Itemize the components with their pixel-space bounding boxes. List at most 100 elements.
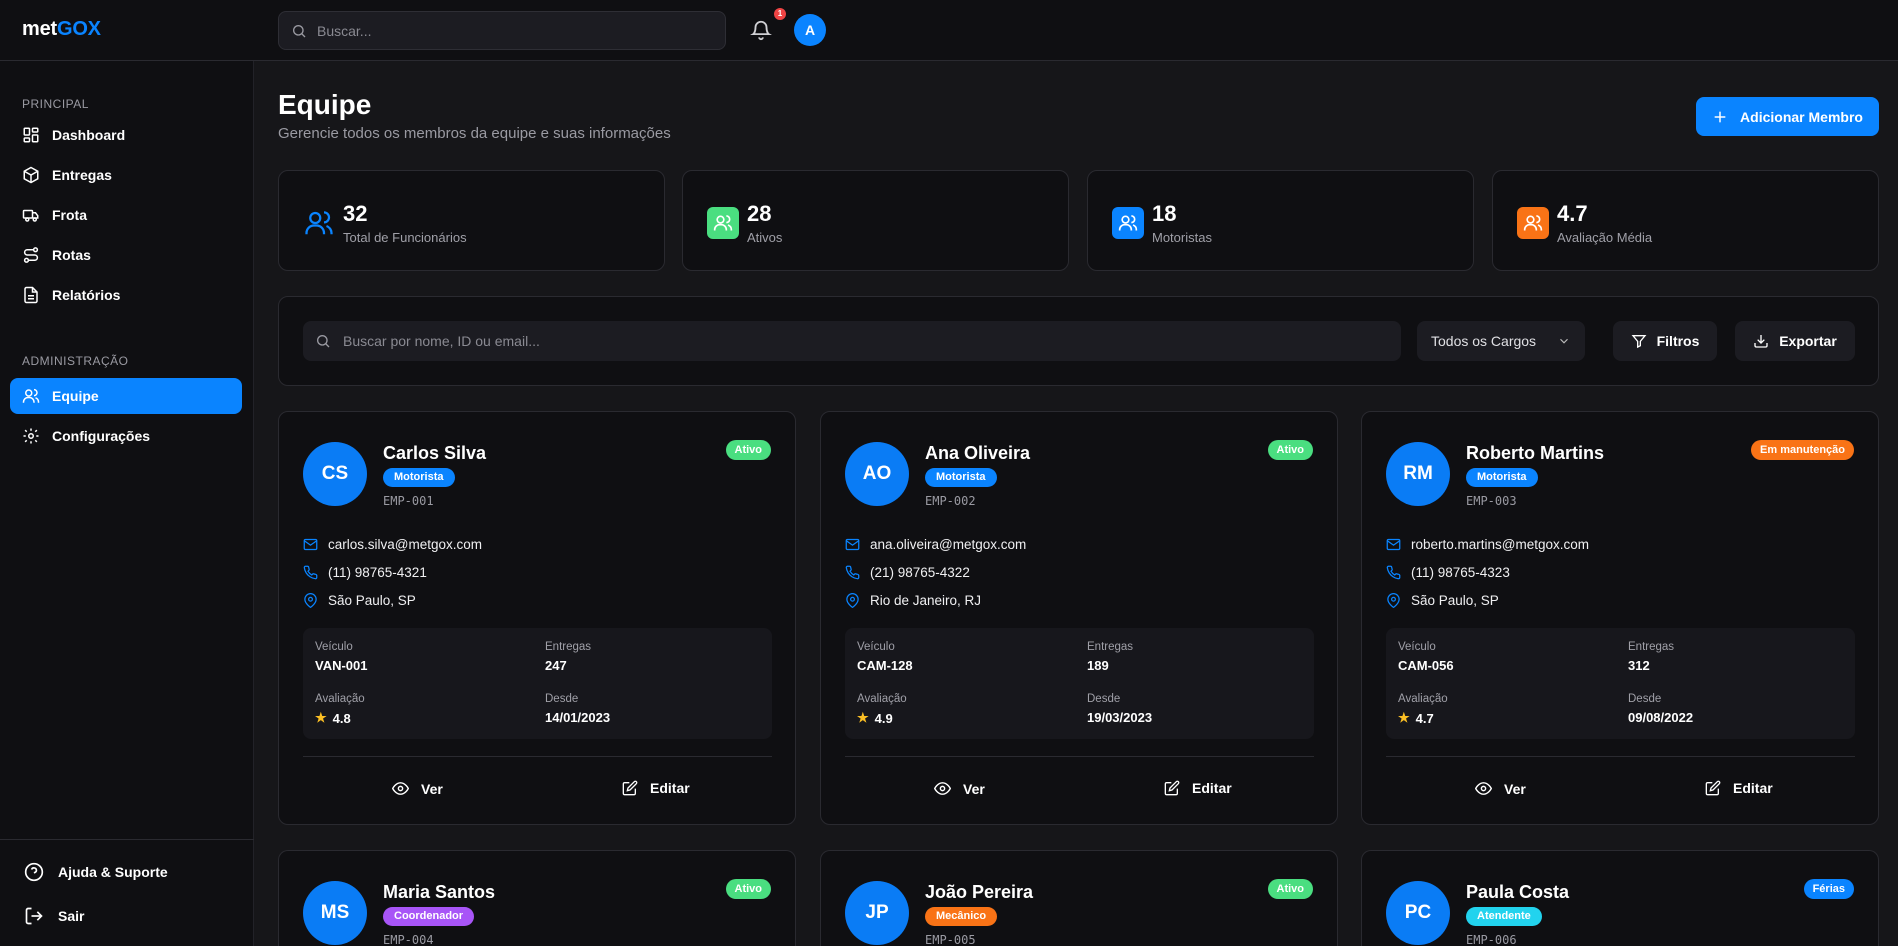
- bell-icon[interactable]: [750, 19, 772, 41]
- rating-label: Avaliação: [315, 693, 365, 705]
- mail-icon: [1386, 538, 1401, 551]
- since-label: Desde: [1628, 693, 1662, 705]
- sidebar-item-label: Dashboard: [52, 127, 126, 143]
- sidebar-item-frota[interactable]: Frota: [10, 197, 242, 233]
- sidebar-item-entregas[interactable]: Entregas: [10, 157, 242, 193]
- global-search[interactable]: [278, 11, 726, 50]
- add-member-label: Adicionar Membro: [1740, 108, 1863, 125]
- stat-active: 28 Ativos: [682, 170, 1069, 271]
- users-icon: [707, 207, 739, 239]
- status-badge: Ativo: [1267, 440, 1313, 460]
- since-label: Desde: [1087, 693, 1121, 705]
- since-value: 09/08/2022: [1628, 710, 1694, 725]
- stat-label: Avaliação Média: [1557, 230, 1653, 245]
- phone-icon: [1386, 565, 1401, 580]
- users-icon: [1112, 207, 1144, 239]
- phone-icon: [303, 565, 318, 580]
- view-button[interactable]: Ver: [934, 780, 985, 797]
- edit-button[interactable]: Editar: [1164, 780, 1232, 796]
- user-avatar[interactable]: A: [794, 14, 826, 46]
- sidebar-item-equipe[interactable]: Equipe: [10, 378, 242, 414]
- role-badge: Motorista: [925, 468, 997, 487]
- member-phone[interactable]: (11) 98765-4321: [303, 565, 427, 580]
- users-icon: [303, 207, 335, 239]
- deliveries-label: Entregas: [545, 641, 592, 653]
- view-label: Ver: [421, 780, 443, 797]
- status-badge: Em manutenção: [1751, 440, 1854, 460]
- help-icon: [24, 862, 44, 882]
- sidebar-item-label: Relatórios: [52, 287, 121, 303]
- chevron-down-icon: [1560, 338, 1568, 344]
- member-name: Paula Costa: [1466, 882, 1570, 902]
- export-label: Exportar: [1779, 333, 1837, 349]
- member-card: PC Paula Costa Atendente EMP-006 Férias: [1361, 850, 1879, 946]
- logout-label: Sair: [58, 908, 85, 924]
- vehicle-value: CAM-128: [857, 658, 913, 673]
- member-card: RM Roberto Martins Motorista EMP-003 Em …: [1361, 411, 1879, 825]
- member-card: CS Carlos Silva Motorista EMP-001 Ativo …: [278, 411, 796, 825]
- avatar: RM: [1386, 442, 1450, 506]
- star-icon: ★: [1398, 710, 1410, 725]
- vehicle-value: VAN-001: [315, 658, 368, 673]
- help-support-link[interactable]: Ajuda & Suporte: [24, 862, 168, 882]
- role-select[interactable]: Todos os Cargos: [1417, 321, 1585, 361]
- page-title: Equipe: [278, 89, 372, 120]
- map-pin-icon: [1387, 593, 1400, 608]
- edit-icon: [1164, 780, 1180, 796]
- mail-icon: [303, 538, 318, 551]
- divider: [303, 756, 772, 757]
- logo[interactable]: metGOX: [22, 18, 101, 41]
- plus-icon: [1714, 111, 1726, 122]
- rating-label: Avaliação: [1398, 693, 1448, 705]
- filters-button[interactable]: Filtros: [1613, 321, 1717, 361]
- email-text: carlos.silva@metgox.com: [328, 537, 482, 552]
- sidebar-item-rotas[interactable]: Rotas: [10, 237, 242, 273]
- section-principal: PRINCIPAL: [22, 97, 89, 111]
- view-button[interactable]: Ver: [1475, 780, 1526, 797]
- member-email[interactable]: ana.oliveira@metgox.com: [845, 537, 1026, 552]
- sidebar-item-label: Equipe: [52, 388, 99, 404]
- global-search-input[interactable]: [317, 22, 697, 39]
- member-name: Maria Santos: [383, 882, 496, 902]
- sidebar-item-dashboard[interactable]: Dashboard: [10, 117, 242, 153]
- member-name: Roberto Martins: [1466, 443, 1605, 463]
- member-email[interactable]: roberto.martins@metgox.com: [1386, 537, 1589, 552]
- role-badge: Coordenador: [383, 907, 475, 926]
- member-email[interactable]: carlos.silva@metgox.com: [303, 537, 482, 552]
- member-phone[interactable]: (11) 98765-4323: [1386, 565, 1510, 580]
- search-icon: [293, 24, 306, 37]
- edit-button[interactable]: Editar: [1705, 780, 1773, 796]
- member-id: EMP-001: [383, 494, 434, 508]
- edit-icon: [1705, 780, 1721, 796]
- mail-icon: [845, 538, 860, 551]
- edit-icon: [622, 780, 638, 796]
- status-badge: Ativo: [725, 440, 771, 460]
- member-search-input[interactable]: [343, 333, 1383, 349]
- users-icon: [22, 388, 40, 403]
- map-pin-icon: [846, 593, 859, 608]
- add-member-button[interactable]: Adicionar Membro: [1696, 97, 1879, 136]
- email-text: ana.oliveira@metgox.com: [870, 537, 1027, 552]
- edit-button[interactable]: Editar: [622, 780, 690, 796]
- member-phone[interactable]: (21) 98765-4322: [845, 565, 970, 580]
- vehicle-value: CAM-056: [1398, 658, 1454, 673]
- map-pin-icon: [304, 593, 317, 608]
- export-button[interactable]: Exportar: [1735, 321, 1855, 361]
- sidebar-item-configuracoes[interactable]: Configurações: [10, 418, 242, 454]
- vehicle-label: Veículo: [857, 641, 895, 653]
- member-search[interactable]: [303, 321, 1401, 361]
- logout-link[interactable]: Sair: [24, 906, 84, 926]
- logo-prefix: met: [22, 18, 57, 40]
- role-badge: Atendente: [1466, 907, 1542, 926]
- sidebar-item-relatorios[interactable]: Relatórios: [10, 277, 242, 313]
- stat-total: 32 Total de Funcionários: [278, 170, 665, 271]
- view-button[interactable]: Ver: [392, 780, 443, 797]
- page-subtitle: Gerencie todos os membros da equipe e su…: [278, 125, 671, 142]
- phone-text: (21) 98765-4322: [870, 565, 970, 580]
- rating-text: 4.8: [332, 710, 351, 726]
- truck-icon: [22, 209, 39, 222]
- star-icon: ★: [315, 710, 327, 725]
- package-icon: [23, 166, 39, 184]
- role-badge: Mecânico: [925, 907, 998, 926]
- role-badge: Motorista: [383, 468, 455, 487]
